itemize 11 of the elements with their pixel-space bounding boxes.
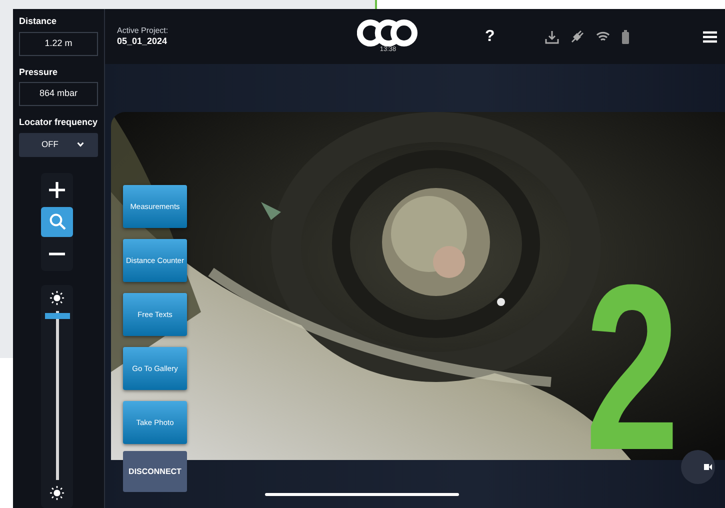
help-button[interactable]: ? <box>485 24 495 48</box>
disconnect-button[interactable]: DISCONNECT <box>123 451 187 492</box>
field-label: Pressure <box>19 66 59 78</box>
readout-field: 864 mbar <box>19 82 98 106</box>
frequency-dropdown[interactable]: OFF <box>19 132 98 156</box>
project-label: Active Project: <box>117 26 170 36</box>
field-label: Locator frequency <box>19 116 98 129</box>
readout-field: 1.22 m <box>19 32 98 56</box>
project-name: 05_01_2024 <box>117 36 168 46</box>
field-label: Distance <box>19 15 58 28</box>
step-number: 2 <box>585 262 680 474</box>
